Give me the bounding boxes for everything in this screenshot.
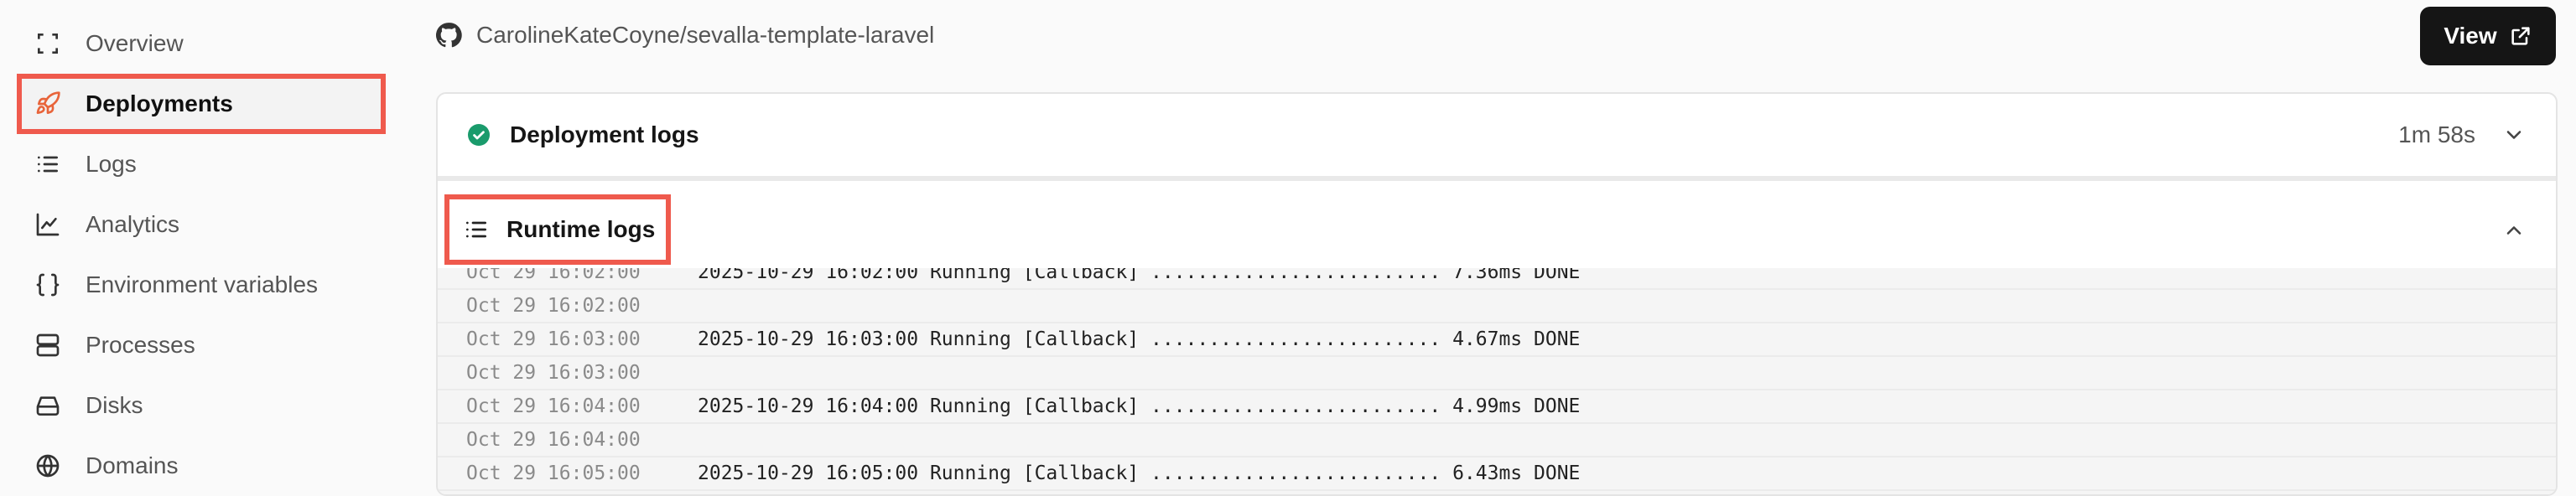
list-icon [466,221,486,238]
sidebar-item-label: Logs [86,151,137,177]
repo-name: CarolineKateCoyne/sevalla-template-larav… [476,22,935,48]
sidebar-item-deployments[interactable]: Deployments [17,74,386,134]
sidebar-item-label: Domains [86,452,179,478]
logs-card: Deployment logs 1m 58s Runtime logs Oct … [436,92,2558,496]
deployment-duration: 1m 58s [2398,121,2475,147]
log-message: 2025-10-29 16:02:00 Running [Callback] .… [698,268,1581,283]
log-line: Oct 29 16:05:00 2025-10-29 16:05:00 Runn… [438,457,2556,491]
sidebar-item-label: Analytics [86,211,180,237]
sidebar-item-overview[interactable]: Overview [17,13,386,74]
deployment-logs-header[interactable]: Deployment logs 1m 58s [438,94,2556,181]
log-timestamp: Oct 29 16:05:00 [466,462,641,484]
chevron-up-icon[interactable] [2502,219,2526,242]
log-line: Oct 29 16:04:00 [438,424,2556,457]
log-line: Oct 29 16:04:00 2025-10-29 16:04:00 Runn… [438,390,2556,424]
log-timestamp: Oct 29 16:02:00 [466,295,641,317]
sidebar-item-label: Processes [86,332,195,358]
view-button-label: View [2444,23,2497,49]
globe-icon [34,452,62,480]
sidebar-item-logs[interactable]: Logs [17,134,386,194]
sidebar-item-label: Overview [86,30,184,56]
deployment-logs-title: Deployment logs [510,121,699,147]
log-message: 2025-10-29 16:05:00 Running [Callback] .… [698,462,1581,484]
log-message: 2025-10-29 16:03:00 Running [Callback] .… [698,328,1581,350]
repo-link[interactable]: CarolineKateCoyne/sevalla-template-larav… [434,15,934,55]
runtime-log-list[interactable]: Oct 29 16:02:00 2025-10-29 16:02:00 Runn… [438,268,2556,494]
list-icon [34,150,62,178]
server-icon [34,331,62,359]
sidebar-item-processes[interactable]: Processes [17,315,386,375]
disk-icon [34,391,62,420]
log-line: Oct 29 16:03:00 [438,357,2556,390]
chart-icon [34,210,62,239]
log-message: 2025-10-29 16:04:00 Running [Callback] .… [698,395,1581,417]
overview-icon [34,29,62,58]
sidebar-item-domains[interactable]: Domains [17,436,386,496]
log-line: Oct 29 16:03:00 2025-10-29 16:03:00 Runn… [438,323,2556,357]
runtime-logs-title: Runtime logs [506,216,656,242]
runtime-logs-header[interactable]: Runtime logs [438,186,2556,275]
sidebar-item-disks[interactable]: Disks [17,375,386,436]
sidebar-item-label: Environment variables [86,271,319,297]
rocket-icon [34,90,62,118]
external-link-icon [2511,27,2530,45]
sidebar-item-environment-variables[interactable]: Environment variables [17,255,386,315]
github-icon [434,20,465,50]
log-timestamp: Oct 29 16:02:00 [466,268,641,283]
log-timestamp: Oct 29 16:03:00 [466,328,641,350]
sidebar-item-analytics[interactable]: Analytics [17,194,386,255]
log-line: Oct 29 16:02:00 2025-10-29 16:02:00 Runn… [438,268,2556,290]
sidebar-item-label: Disks [86,392,143,418]
sidebar-item-label: Deployments [86,90,233,116]
braces-icon [34,271,62,299]
view-button[interactable]: View [2420,7,2556,65]
sidebar: Overview Deployments Logs Analytics Envi… [0,0,402,496]
log-timestamp: Oct 29 16:04:00 [466,395,641,417]
runtime-logs-toggle[interactable]: Runtime logs [444,194,671,265]
log-timestamp: Oct 29 16:04:00 [466,429,641,451]
chevron-down-icon[interactable] [2502,123,2526,147]
check-circle-icon [468,124,490,146]
log-timestamp: Oct 29 16:03:00 [466,362,641,384]
log-line: Oct 29 16:02:00 [438,290,2556,323]
